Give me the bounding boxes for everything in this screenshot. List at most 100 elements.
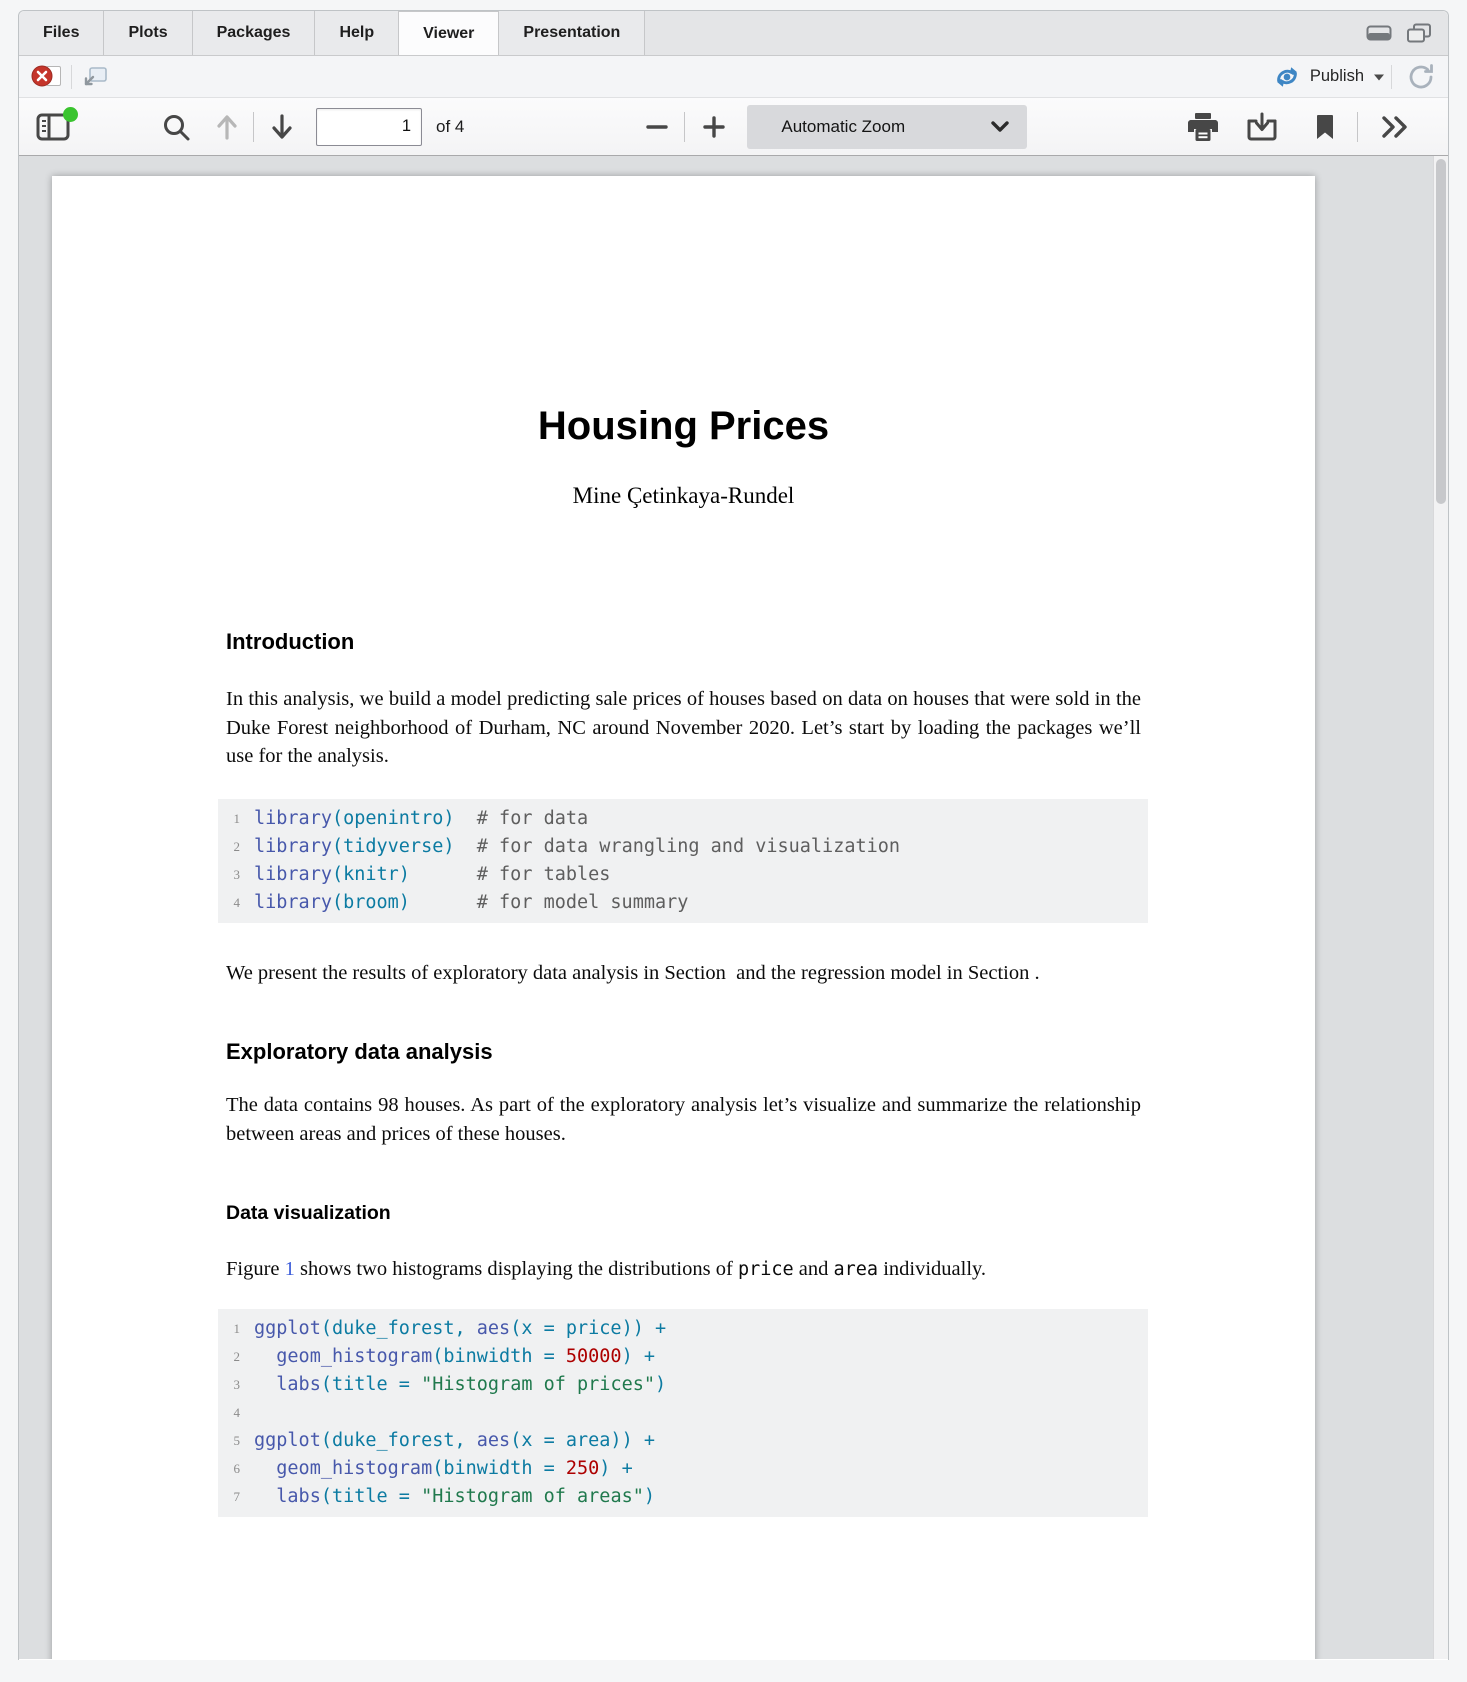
tab-plots[interactable]: Plots [104,11,192,55]
bookmark-icon [1315,113,1335,141]
publish-icon [1273,64,1301,90]
arrow-up-icon [215,113,239,141]
notification-dot [63,107,78,122]
paragraph-figure: Figure 1 shows two histograms displaying… [226,1255,1141,1285]
code-line: 2 geom_histogram(binwidth = 50000) + [218,1343,1148,1371]
open-in-new-window-button[interactable] [82,66,108,88]
section-heading-eda: Exploratory data analysis [226,1039,1141,1065]
page-count-label: of 4 [436,117,464,137]
toolbar-divider [684,112,685,142]
tab-packages-label: Packages [217,24,291,42]
paragraph-introduction: In this analysis, we build a model predi… [226,685,1141,771]
line-number: 1 [224,1315,240,1343]
zoom-in-button[interactable] [701,114,727,140]
pdf-page: Housing Prices Mine Çetinkaya-Rundel Int… [52,176,1315,1659]
plus-icon [701,114,727,140]
line-number: 7 [224,1483,240,1511]
code-line: 3 labs(title = "Histogram of prices") [218,1371,1148,1399]
sidebar-toggle-button[interactable] [35,112,71,142]
tab-packages[interactable]: Packages [193,11,316,55]
pane-window-controls [1366,11,1432,55]
tab-help[interactable]: Help [315,11,399,55]
line-number: 4 [224,889,240,917]
publish-label: Publish [1310,67,1364,86]
viewer-toolbar-left [31,64,108,90]
section-heading-introduction: Introduction [226,629,1141,655]
viewer-pane: Files Plots Packages Help Viewer Present… [18,10,1449,1660]
line-number: 6 [224,1455,240,1483]
vertical-scrollbar[interactable] [1433,156,1448,1659]
pane-tab-bar: Files Plots Packages Help Viewer Present… [19,11,1448,56]
tab-presentation-label: Presentation [523,24,620,42]
tab-files-label: Files [43,24,79,42]
publish-button[interactable]: Publish [1267,60,1391,94]
tab-plots-label: Plots [128,24,167,42]
minimize-pane-icon[interactable] [1366,25,1392,41]
print-button[interactable] [1187,112,1219,142]
maximize-pane-icon[interactable] [1406,23,1432,43]
clear-viewer-button[interactable] [31,64,61,90]
code-line: 4library(broom) # for model summary [218,889,1148,917]
code-line: 5ggplot(duke_forest, aes(x = area)) + [218,1427,1148,1455]
search-icon [161,112,191,142]
zoom-out-button[interactable] [644,114,670,140]
code-line: 7 labs(title = "Histogram of areas") [218,1483,1148,1511]
tab-help-label: Help [339,24,374,42]
tab-presentation[interactable]: Presentation [499,11,645,55]
code-block-ggplot: 1ggplot(duke_forest, aes(x = price)) +2 … [218,1309,1148,1517]
more-tools-button[interactable] [1380,114,1410,140]
previous-page-button[interactable] [215,113,239,141]
code-line: 2library(tidyverse) # for data wrangling… [218,833,1148,861]
code-block-libraries: 1library(openintro) # for data2library(t… [218,799,1148,923]
page-number-input[interactable] [316,108,422,146]
double-chevron-right-icon [1380,114,1410,140]
bookmark-button[interactable] [1315,113,1335,141]
document-body: Introduction In this analysis, we build … [226,629,1141,1517]
paragraph-present: We present the results of exploratory da… [226,959,1141,988]
chevron-down-icon [991,121,1009,133]
viewer-toolbar: Publish [19,56,1448,98]
close-icon [31,65,53,87]
line-number: 3 [224,1371,240,1399]
toolbar-divider [1391,65,1392,89]
code-line: 3library(knitr) # for tables [218,861,1148,889]
download-icon [1245,112,1279,142]
subsection-heading-dataviz: Data visualization [226,1202,1141,1225]
rstudio-viewer-screen: Files Plots Packages Help Viewer Present… [0,0,1467,1682]
popout-icon [82,66,108,88]
line-number: 2 [224,833,240,861]
zoom-level-select[interactable]: Automatic Zoom [747,105,1027,149]
pdf-viewer-area[interactable]: Housing Prices Mine Çetinkaya-Rundel Int… [19,156,1448,1659]
refresh-icon [1406,62,1436,92]
next-page-button[interactable] [270,113,294,141]
toolbar-divider [1357,112,1358,142]
tab-viewer[interactable]: Viewer [399,11,499,55]
zoom-level-value: Automatic Zoom [781,117,905,137]
scrollbar-thumb[interactable] [1436,159,1446,504]
line-number: 4 [224,1399,240,1427]
tab-files[interactable]: Files [19,11,104,55]
tab-viewer-label: Viewer [423,25,474,43]
download-button[interactable] [1245,112,1279,142]
find-button[interactable] [161,112,191,142]
arrow-down-icon [270,113,294,141]
code-line: 4 [218,1399,1148,1427]
code-line: 1library(openintro) # for data [218,805,1148,833]
document-author: Mine Çetinkaya-Rundel [52,483,1315,509]
print-icon [1187,112,1219,142]
code-line: 6 geom_histogram(binwidth = 250) + [218,1455,1148,1483]
line-number: 2 [224,1343,240,1371]
toolbar-divider [71,65,72,89]
code-line: 1ggplot(duke_forest, aes(x = price)) + [218,1315,1148,1343]
pdf-toolbar: of 4 Automatic Zoom [19,98,1448,156]
refresh-button[interactable] [1406,62,1436,92]
line-number: 1 [224,805,240,833]
document-title: Housing Prices [52,404,1315,449]
minus-icon [644,114,670,140]
line-number: 5 [224,1427,240,1455]
viewer-toolbar-right: Publish [1267,60,1436,94]
line-number: 3 [224,861,240,889]
chevron-down-icon[interactable] [1373,73,1385,81]
paragraph-eda: The data contains 98 houses. As part of … [226,1091,1141,1148]
toolbar-divider [253,112,254,142]
